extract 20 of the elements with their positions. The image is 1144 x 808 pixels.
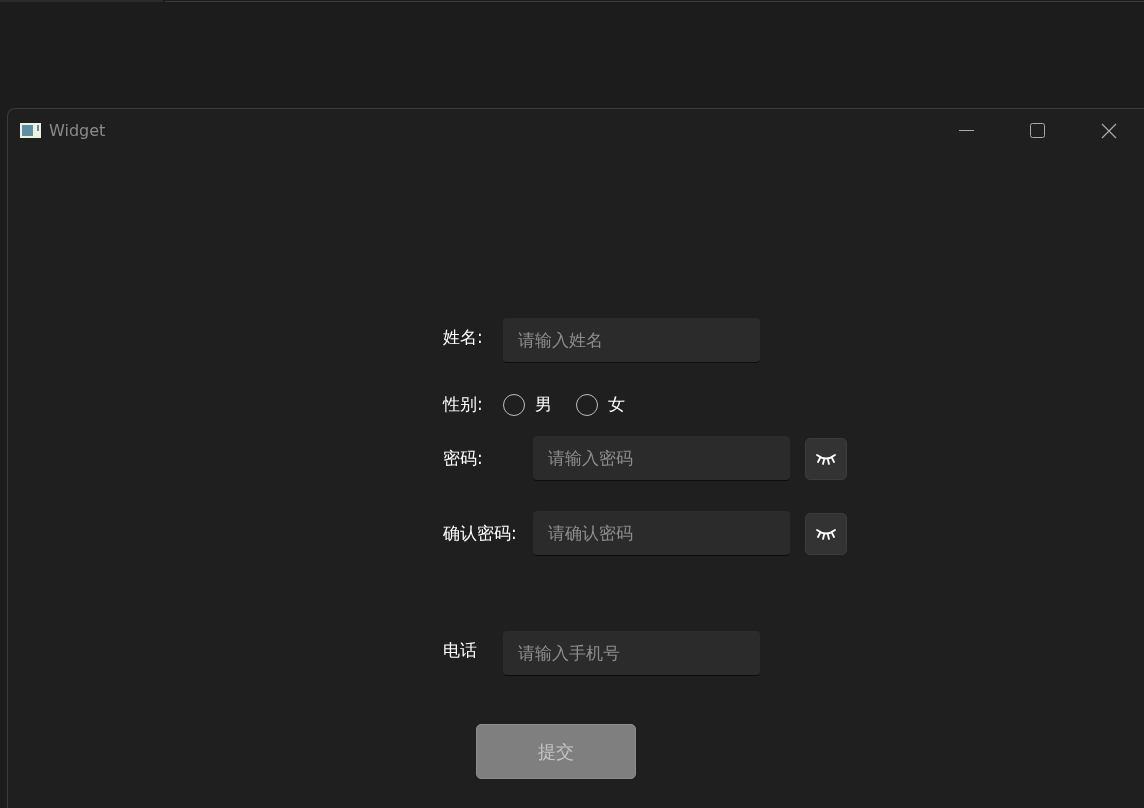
field-label: 确认密码: [443, 522, 518, 545]
field-label: 性别: [443, 393, 484, 416]
text-input[interactable]: 请输入姓名 [503, 318, 760, 363]
closed-eye-icon [815, 452, 837, 465]
text-input[interactable]: 请输入手机号 [503, 631, 760, 676]
password-input[interactable]: 请输入密码 [533, 436, 790, 481]
radio-label: 男 [535, 393, 552, 416]
field-label: 电话 [443, 639, 478, 662]
radio-label: 女 [608, 393, 625, 416]
window-title: Widget [49, 121, 107, 140]
password-input[interactable]: 请确认密码 [533, 511, 790, 556]
maximize-icon [1030, 123, 1045, 138]
closed-eye-icon [815, 527, 837, 540]
show-password-button[interactable] [805, 512, 847, 555]
app-icon [20, 123, 41, 138]
field-label: 密码: [443, 447, 484, 470]
close-icon [1100, 122, 1117, 139]
show-password-button[interactable] [805, 437, 847, 480]
minimize-icon [959, 130, 974, 131]
field-label: 姓名: [443, 326, 484, 349]
